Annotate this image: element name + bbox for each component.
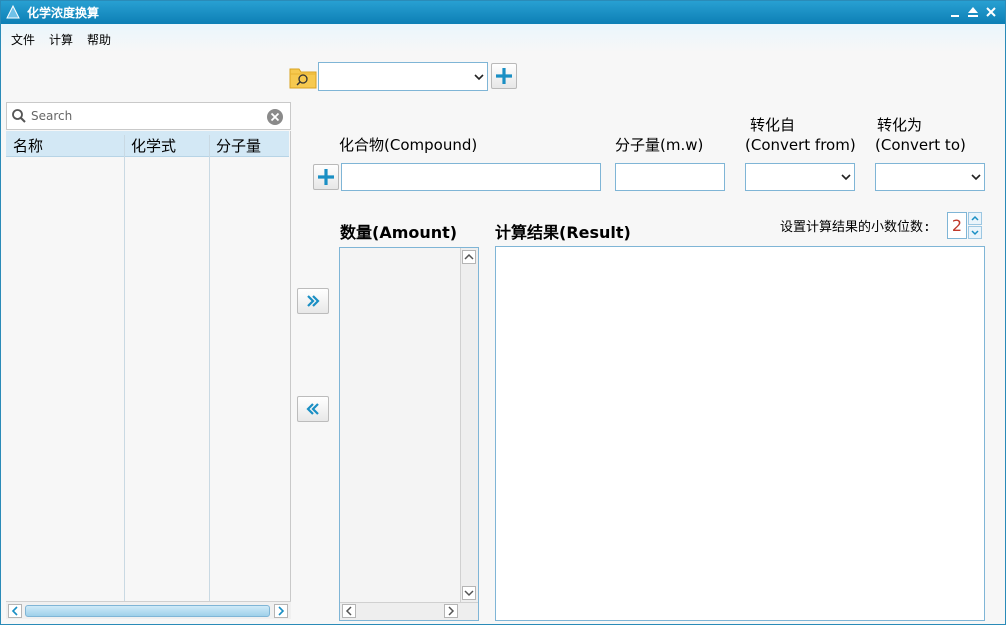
mw-label: 分子量(m.w) [615,136,704,154]
search-box[interactable] [6,102,291,130]
close-icon[interactable] [983,4,999,20]
decimal-increase-button[interactable] [968,212,982,225]
scroll-up-arrow[interactable] [462,250,476,264]
convert-to-select[interactable] [875,163,985,191]
scroll-right-arrow[interactable] [274,604,288,618]
search-icon [12,109,26,123]
chevron-down-icon [841,174,851,181]
convert-from-label-cn: 转化自 [750,116,796,134]
double-chevron-right-icon [307,295,320,307]
decimal-places-label: 设置计算结果的小数位数: [780,220,931,235]
convert-to-label-cn: 转化为 [877,116,923,134]
horizontal-scrollbar[interactable] [340,602,478,620]
menu-help[interactable]: 帮助 [87,31,111,48]
amount-label: 数量(Amount) [340,223,458,242]
column-divider [209,135,210,601]
chevron-down-icon [971,174,981,181]
move-right-button[interactable] [297,288,329,314]
mw-input[interactable] [615,163,725,191]
horizontal-scrollbar[interactable] [6,601,291,619]
convert-from-label-en: (Convert from) [745,136,856,154]
chevron-down-icon [971,230,979,236]
compound-label: 化合物(Compound) [339,136,478,154]
move-left-button[interactable] [297,396,329,422]
clear-icon[interactable] [266,108,284,126]
app-icon [6,5,20,19]
column-divider [124,135,125,601]
compound-table[interactable]: 名称 化学式 分子量 [6,131,291,601]
add-library-button[interactable] [491,63,517,89]
chevron-up-icon [971,215,979,221]
amount-textarea[interactable] [339,247,479,621]
maximize-icon[interactable] [965,4,981,20]
double-chevron-left-icon [306,403,319,415]
scroll-down-arrow[interactable] [462,586,476,600]
menu-file[interactable]: 文件 [11,31,35,48]
minimize-icon[interactable] [947,4,963,20]
scroll-left-arrow[interactable] [8,604,22,618]
plus-icon [496,68,512,84]
result-label: 计算结果(Result) [495,223,631,242]
column-name[interactable]: 名称 [13,135,43,156]
menu-calculate[interactable]: 计算 [49,31,73,48]
convert-from-select[interactable] [745,163,855,191]
title-bar: 化学浓度换算 [1,1,1005,24]
compound-input[interactable] [341,163,601,191]
search-input[interactable] [31,106,261,126]
table-header: 名称 化学式 分子量 [6,131,289,157]
convert-to-label-en: (Convert to) [875,136,966,154]
plus-icon [318,169,334,185]
scroll-thumb[interactable] [25,605,270,617]
scroll-right-arrow[interactable] [444,604,458,618]
menu-bar: 文件 计算 帮助 [1,24,1005,52]
vertical-scrollbar[interactable] [460,248,478,604]
chevron-down-icon [474,74,484,81]
window-title: 化学浓度换算 [27,6,100,20]
column-molecular-weight[interactable]: 分子量 [216,135,261,156]
app-window: 化学浓度换算 文件 计算 帮助 Search 名称 化学式 分子量 化合物(Co… [0,0,1006,625]
decimal-decrease-button[interactable] [968,226,982,239]
result-textarea[interactable] [495,246,985,621]
scroll-left-arrow[interactable] [342,604,356,618]
folder-search-icon[interactable] [289,64,317,90]
add-compound-button[interactable] [313,164,339,190]
compound-library-select[interactable] [318,62,488,91]
decimal-places-input[interactable]: 2 [947,212,967,239]
column-formula[interactable]: 化学式 [131,135,176,156]
